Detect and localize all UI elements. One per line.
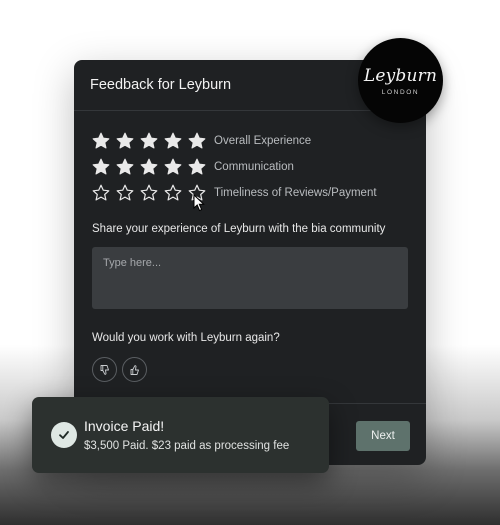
- recommend-question: Would you work with Leyburn again?: [92, 332, 280, 344]
- rating-row-timeliness: Timeliness of Reviews/Payment: [92, 184, 377, 202]
- toast-title: Invoice Paid!: [84, 418, 165, 434]
- rating-row-communication: Communication: [92, 158, 294, 176]
- star-rating[interactable]: [92, 158, 212, 176]
- thumbs-down-button[interactable]: [92, 357, 117, 382]
- star-filled-icon[interactable]: [188, 158, 206, 176]
- rating-label: Overall Experience: [214, 135, 312, 147]
- star-empty-icon[interactable]: [116, 184, 134, 202]
- feedback-textarea[interactable]: [92, 247, 408, 309]
- toast-detail: $3,500 Paid. $23 paid as processing fee: [84, 440, 290, 452]
- feedback-prompt: Share your experience of Leyburn with th…: [92, 223, 386, 235]
- star-filled-icon[interactable]: [188, 132, 206, 150]
- card-title: Feedback for Leyburn: [90, 77, 232, 93]
- star-filled-icon[interactable]: [140, 132, 158, 150]
- star-filled-icon[interactable]: [92, 132, 110, 150]
- star-empty-icon[interactable]: [92, 184, 110, 202]
- logo-subtitle: LONDON: [381, 88, 420, 96]
- rating-label: Timeliness of Reviews/Payment: [214, 187, 377, 199]
- next-button[interactable]: Next: [356, 421, 410, 451]
- star-filled-icon[interactable]: [164, 158, 182, 176]
- rating-row-overall: Overall Experience: [92, 132, 311, 150]
- payment-toast: Invoice Paid! $3,500 Paid. $23 paid as p…: [32, 397, 329, 473]
- star-rating[interactable]: [92, 132, 212, 150]
- thumbs-up-button[interactable]: [122, 357, 147, 382]
- star-filled-icon[interactable]: [116, 158, 134, 176]
- star-empty-icon[interactable]: [140, 184, 158, 202]
- star-filled-icon[interactable]: [140, 158, 158, 176]
- company-logo: Leyburn LONDON: [358, 38, 443, 123]
- thumbs-up-icon: [130, 364, 139, 375]
- star-filled-icon[interactable]: [92, 158, 110, 176]
- star-empty-icon[interactable]: [164, 184, 182, 202]
- mouse-cursor-icon: [193, 194, 205, 212]
- thumbs-down-icon: [100, 364, 109, 375]
- check-icon: [51, 422, 77, 448]
- star-filled-icon[interactable]: [164, 132, 182, 150]
- rating-label: Communication: [214, 161, 294, 173]
- logo-name: Leyburn: [363, 65, 438, 86]
- star-filled-icon[interactable]: [116, 132, 134, 150]
